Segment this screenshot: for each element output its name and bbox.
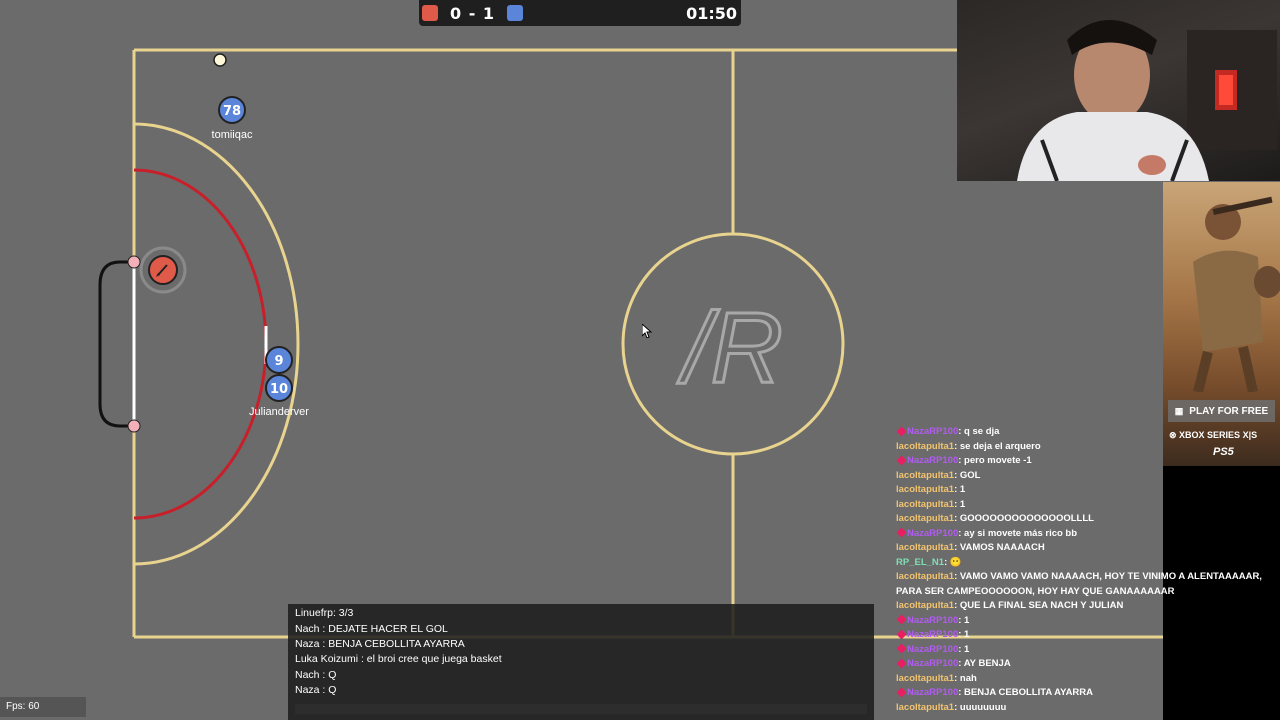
twitch-chat-message: lacoltapulta1: VAMO VAMO VAMO NAAAACH, H… <box>896 570 1271 599</box>
twitch-chat-message: lacoltapulta1: uuuuuuuu <box>896 701 1271 716</box>
player-9-number: 9 <box>274 354 283 369</box>
scoreboard: 0 - 1 01:50 <box>419 0 741 26</box>
twitch-chat-message: NazaRP100: 1 <box>896 628 1271 643</box>
chat-username[interactable]: lacoltapulta1 <box>896 441 954 452</box>
chat-username[interactable]: lacoltapulta1 <box>896 600 954 611</box>
chat-username[interactable]: lacoltapulta1 <box>896 470 954 481</box>
game-chat-line: Luka Koizumi : el broi cree que juega ba… <box>295 653 502 665</box>
twitch-chat-message: NazaRP100: AY BENJA <box>896 657 1271 672</box>
goal-net <box>98 260 134 428</box>
chat-username[interactable]: NazaRP100 <box>907 644 958 655</box>
twitch-chat-message: lacoltapulta1: QUE LA FINAL SEA NACH Y J… <box>896 599 1271 614</box>
game-chat-line: Nach : DEJATE HACER EL GOL <box>295 623 448 635</box>
game-chat: Linuefrp: 3/3 Nach : DEJATE HACER EL GOL… <box>288 604 874 720</box>
windows-icon: ▦ <box>1174 405 1184 416</box>
chat-message-text: 😶 <box>949 556 962 568</box>
chat-message-text: VAMOS NAAAACH <box>959 542 1045 553</box>
game-chat-line: Linuefrp: 3/3 <box>295 607 354 619</box>
chat-message-text: GOL <box>959 469 981 481</box>
chat-message-text: 1 <box>964 629 970 640</box>
goal-post-bottom <box>127 419 141 433</box>
twitch-chat-message: lacoltapulta1: nah <box>896 672 1271 687</box>
play-for-free-button[interactable]: ▦ PLAY FOR FREE <box>1168 400 1275 422</box>
chat-badge-icon <box>896 455 907 466</box>
twitch-chat-message: RP_EL_N1: 😶 <box>896 556 1271 571</box>
twitch-chat-message: NazaRP100: ay si movete más rico bb <box>896 527 1271 542</box>
goal-post-top <box>127 255 141 269</box>
chat-badge-icon <box>896 426 907 437</box>
chat-message-text: q se dja <box>964 426 1000 437</box>
chat-username[interactable]: lacoltapulta1 <box>896 484 954 495</box>
twitch-chat-message: NazaRP100: 1 <box>896 643 1271 658</box>
twitch-chat: NazaRP100: q se dja lacoltapulta1: se dej… <box>896 425 1271 715</box>
chat-message-text: 1 <box>959 484 966 495</box>
chat-badge-icon <box>896 615 907 625</box>
chat-username[interactable]: lacoltapulta1 <box>896 702 954 713</box>
chat-message-text: GOOOOOOOOOOOOOOLLLL <box>959 513 1094 524</box>
twitch-chat-message: lacoltapulta1: 1 <box>896 483 1271 498</box>
twitch-chat-message: lacoltapulta1: GOL <box>896 469 1271 484</box>
player-78-name: tomiiqac <box>212 129 253 141</box>
score-text: 0 - 1 <box>450 3 496 23</box>
chat-username[interactable]: lacoltapulta1 <box>896 513 954 524</box>
twitch-chat-message: NazaRP100: BENJA CEBOLLITA AYARRA <box>896 686 1271 701</box>
chat-badge-icon <box>896 629 907 640</box>
mouse-cursor-icon <box>642 324 652 338</box>
chat-badge-icon <box>896 528 907 538</box>
penalty-area-line <box>133 122 300 566</box>
chat-username[interactable]: NazaRP100 <box>907 528 958 539</box>
game-chat-line: Naza : Q <box>295 684 337 696</box>
chat-message-text: QUE LA FINAL SEA NACH Y JULIAN <box>959 600 1124 611</box>
twitch-chat-message: lacoltapulta1: 1 <box>896 498 1271 513</box>
chat-message-text: BENJA CEBOLLITA AYARRA <box>964 687 1094 698</box>
chat-username[interactable]: lacoltapulta1 <box>896 542 954 553</box>
chat-message-text: 1 <box>964 643 970 655</box>
chat-username[interactable]: NazaRP100 <box>907 426 958 437</box>
twitch-chat-message: lacoltapulta1: VAMOS NAAAACH <box>896 541 1271 556</box>
game-chat-line: Naza : BENJA CEBOLLITA AYARRA <box>295 638 465 650</box>
chat-message-text: se deja el arquero <box>959 440 1041 452</box>
ball <box>213 53 227 67</box>
player-10-number: 10 <box>270 382 288 397</box>
ad-banner[interactable]: ▦ PLAY FOR FREE ⊗ XBOX SERIES X|S PS5 <box>1163 182 1280 466</box>
game-chat-line: Nach : Q <box>295 669 337 681</box>
chat-message-text: 1 <box>959 498 966 510</box>
chat-username[interactable]: lacoltapulta1 <box>896 499 954 510</box>
chat-message-text: AY BENJA <box>963 658 1011 669</box>
chat-message-text: 1 <box>964 614 970 626</box>
fps-counter: Fps: 60 <box>0 697 86 717</box>
chat-badge-icon <box>896 644 907 654</box>
twitch-chat-message: lacoltapulta1: GOOOOOOOOOOOOOOLLLL <box>896 512 1271 527</box>
twitch-chat-message: NazaRP100: pero movete -1 <box>896 454 1271 469</box>
chat-username[interactable]: NazaRP100 <box>907 658 958 669</box>
chat-badge-icon <box>896 687 907 698</box>
chat-username[interactable]: NazaRP100 <box>907 615 958 626</box>
blue-team-square <box>507 5 524 21</box>
chat-badge-icon <box>896 658 907 669</box>
play-for-free-label: PLAY FOR FREE <box>1189 405 1269 417</box>
chat-username[interactable]: lacoltapulta1 <box>896 571 954 582</box>
chat-message-text: ay si movete más rico bb <box>964 527 1078 539</box>
chat-message-text: nah <box>959 672 977 684</box>
webcam-feed <box>957 0 1280 181</box>
twitch-chat-message: NazaRP100: 1 <box>896 614 1271 629</box>
match-timer: 01:50 <box>686 4 737 23</box>
chat-username[interactable]: NazaRP100 <box>907 455 958 466</box>
center-logo: /R <box>677 292 783 404</box>
game-chat-input[interactable] <box>295 704 867 714</box>
goal-area-arc <box>133 168 268 520</box>
streamer-image <box>1017 20 1277 181</box>
twitch-chat-message: NazaRP100: q se dja <box>896 425 1271 440</box>
ad-soldier-art <box>1193 196 1280 394</box>
chat-username[interactable]: lacoltapulta1 <box>896 673 954 684</box>
chat-username[interactable]: RP_EL_N1 <box>896 557 944 568</box>
twitch-chat-message: lacoltapulta1: se deja el arquero <box>896 440 1271 455</box>
red-team-square <box>422 5 438 21</box>
chat-message-text: pero movete -1 <box>964 455 1032 466</box>
chat-username[interactable]: NazaRP100 <box>907 687 958 698</box>
chat-username[interactable]: NazaRP100 <box>907 629 958 640</box>
player-10-name: Julianderver <box>249 406 309 418</box>
chat-message-text: uuuuuuuu <box>959 701 1007 713</box>
player-78-number: 78 <box>223 104 241 119</box>
